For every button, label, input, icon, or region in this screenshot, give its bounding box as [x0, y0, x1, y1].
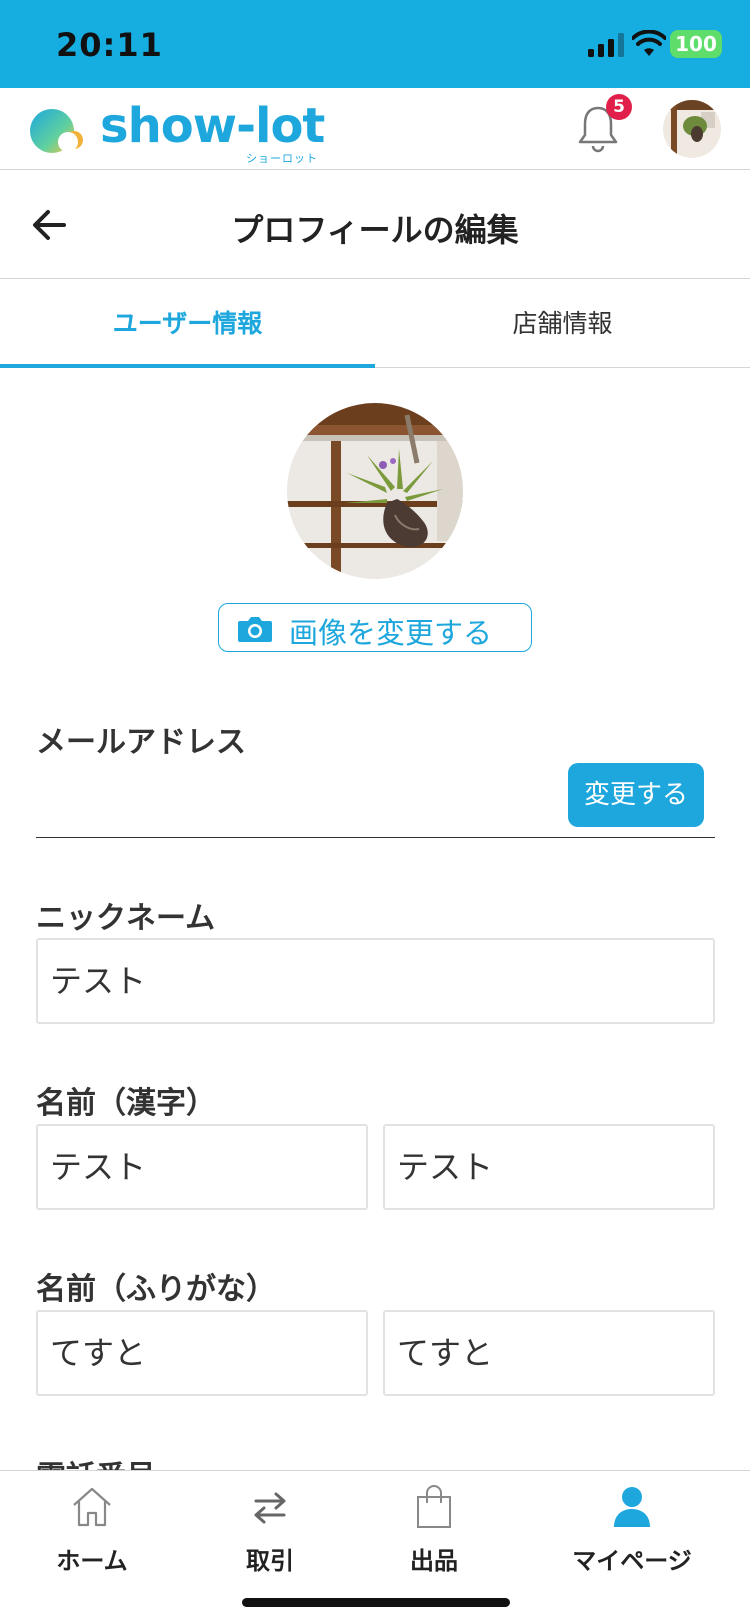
nav-trade-label: 取引 [246, 1547, 294, 1575]
app-header: show-lot ショーロット 5 [0, 88, 750, 170]
email-change-button[interactable]: 変更する [568, 763, 704, 827]
status-time: 20:11 [56, 26, 163, 64]
last-name-kanji-field[interactable]: テスト [36, 1124, 368, 1210]
name-kanji-label: 名前（漢字） [36, 1086, 216, 1121]
nav-home[interactable]: ホーム [22, 1483, 162, 1593]
nav-mypage-label: マイページ [572, 1547, 692, 1575]
exchange-icon [254, 1492, 286, 1524]
nav-listing-label: 出品 [410, 1547, 458, 1575]
change-image-label: 画像を変更する [289, 616, 493, 650]
name-kana-label: 名前（ふりがな） [36, 1272, 276, 1307]
camera-icon [238, 617, 272, 642]
phone-label: 電話番号 [36, 1452, 156, 1472]
email-label: メールアドレス [36, 725, 246, 760]
profile-photo [287, 403, 463, 579]
avatar[interactable] [663, 100, 721, 158]
status-bar: 20:11 100 [0, 0, 750, 88]
notification-badge: 5 [606, 94, 632, 120]
cellular-signal-icon [588, 33, 624, 57]
nickname-label: ニックネーム [36, 901, 216, 936]
logo-text: show-lot [100, 98, 325, 154]
last-name-kana-field[interactable]: てすと [36, 1310, 368, 1396]
tab-bar: ユーザー情報 店舗情報 [0, 280, 750, 368]
home-icon [73, 1487, 111, 1527]
nav-mypage[interactable]: マイページ [562, 1483, 702, 1593]
battery-indicator: 100 [670, 30, 722, 58]
first-name-kana-field[interactable]: てすと [383, 1310, 715, 1396]
title-bar: プロフィールの編集 [0, 171, 750, 279]
page-title: プロフィールの編集 [231, 211, 519, 249]
profile-photo-image [287, 403, 463, 579]
avatar-photo [663, 100, 721, 158]
tab-user-info[interactable]: ユーザー情報 [0, 280, 375, 368]
shopping-bag-icon [417, 1485, 451, 1528]
logo-mark-icon [30, 109, 83, 153]
first-name-kanji-field[interactable]: テスト [383, 1124, 715, 1210]
nickname-field[interactable]: テスト [36, 938, 715, 1024]
change-image-button[interactable]: 画像を変更する [218, 603, 532, 652]
home-indicator [242, 1598, 510, 1607]
nav-listing[interactable]: 出品 [364, 1483, 504, 1593]
tab-store-info[interactable]: 店舗情報 [375, 280, 750, 368]
wifi-icon [632, 30, 666, 56]
nav-trade[interactable]: 取引 [200, 1483, 340, 1593]
nav-home-label: ホーム [56, 1547, 128, 1575]
logo-subtitle: ショーロット [246, 152, 318, 165]
person-icon [614, 1487, 650, 1527]
email-divider [36, 837, 715, 838]
